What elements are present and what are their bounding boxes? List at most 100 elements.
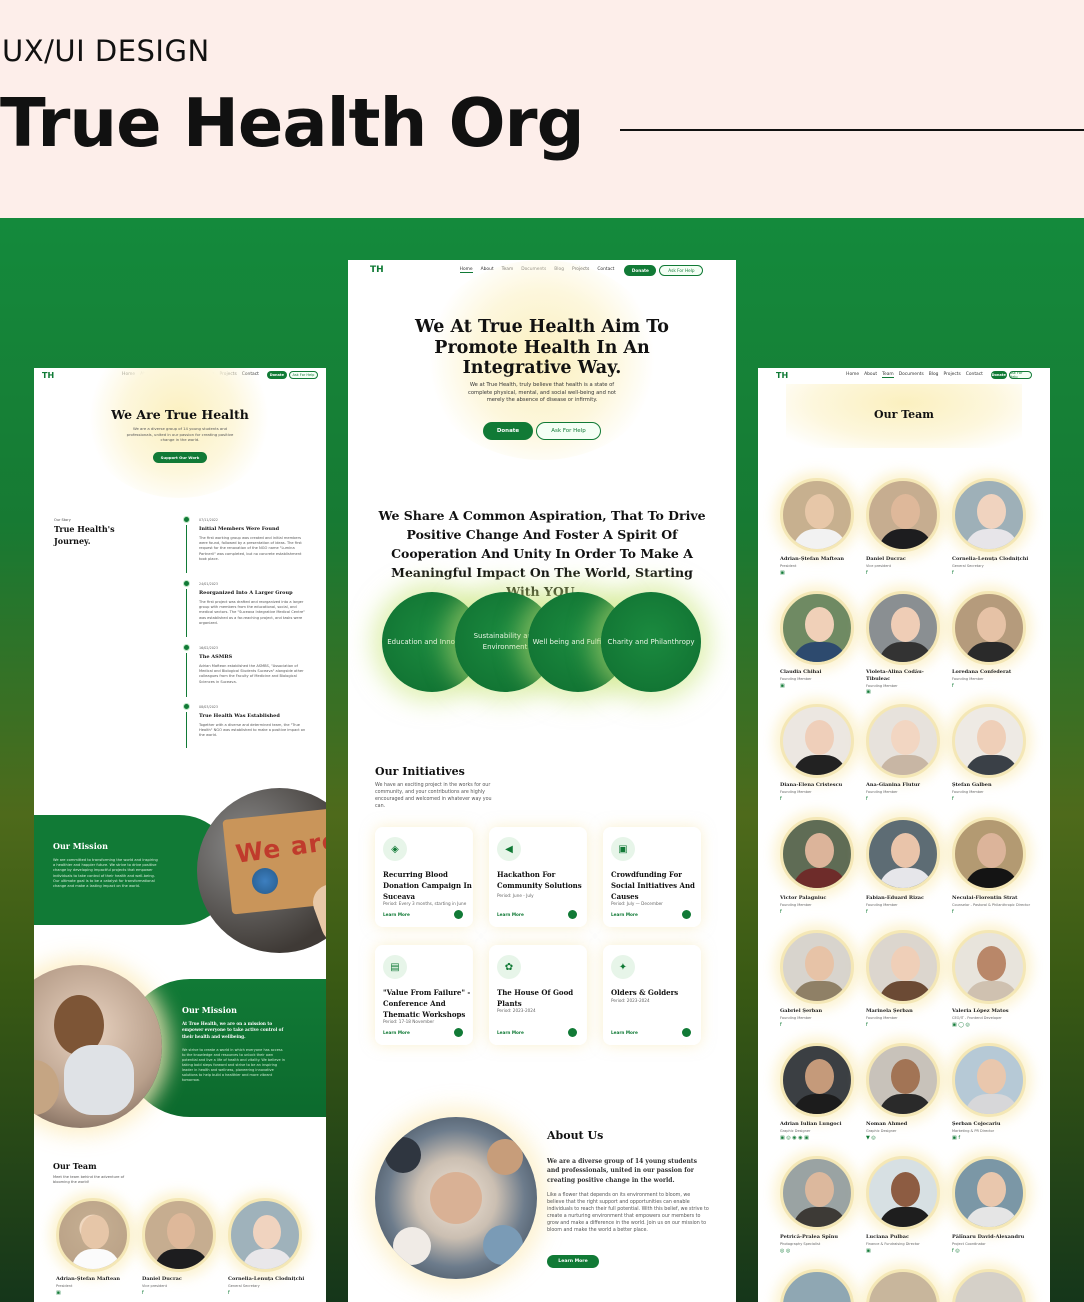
avatar-body — [965, 755, 1019, 775]
nav-link-home[interactable]: Home — [459, 267, 473, 273]
member-role: President — [56, 1284, 73, 1288]
initiative-card[interactable]: ✦ Olders & Golders Period: 2023-2024 Lea… — [603, 945, 701, 1045]
logo[interactable]: TH — [370, 265, 384, 275]
initiative-card[interactable]: ▣ Crowdfunding For Social Initiatives An… — [603, 827, 701, 927]
social-icons[interactable]: f — [866, 796, 868, 802]
avatar — [952, 930, 1026, 1004]
timeline-title: Initial Members Were Found — [199, 526, 280, 532]
learn-more-link[interactable]: Learn More — [497, 1030, 524, 1035]
timeline-dot — [183, 580, 190, 587]
support-our-work-button[interactable]: Support Our Work — [153, 452, 207, 463]
avatar-face — [805, 1172, 834, 1207]
social-icons[interactable]: f — [952, 570, 954, 576]
member-name: Cornelia-Lenuța Clodnițchi — [228, 1276, 305, 1282]
avatar-face — [805, 607, 834, 642]
learn-more-button[interactable]: Learn More — [547, 1255, 599, 1268]
donate-button[interactable]: Donate — [990, 371, 1007, 379]
social-icons[interactable]: ▣ — [866, 689, 871, 695]
timeline-text: Together with a diverse and determined t… — [199, 723, 306, 738]
initiative-card[interactable]: ✿ The House Of Good Plants Period: 2023-… — [489, 945, 587, 1045]
avatar-face — [891, 607, 920, 642]
donate-button[interactable]: Donate — [624, 264, 657, 276]
timeline-dot — [183, 644, 190, 651]
nav-link-about[interactable]: About — [864, 372, 877, 378]
ask-for-help-button[interactable]: Ask For Help — [288, 371, 318, 379]
social-icons[interactable]: ▣ f — [952, 1135, 960, 1141]
social-icons[interactable]: f — [780, 909, 782, 915]
ask-for-help-hero-button[interactable]: Ask For Help — [536, 422, 601, 440]
initiative-card[interactable]: ▤ "Value From Failure" - Conference And … — [375, 945, 473, 1045]
social-icons[interactable]: ▣ ◯ ◎ — [952, 1022, 970, 1028]
avatar — [780, 591, 854, 665]
social-icons[interactable]: f — [142, 1290, 144, 1296]
mission-text: We are committed to transforming the wor… — [53, 858, 158, 889]
donate-button[interactable]: Donate — [266, 371, 287, 379]
social-icons[interactable]: f — [952, 796, 954, 802]
social-icons[interactable]: f — [952, 909, 954, 915]
aspiration-text: We Share A Common Aspiration, That To Dr… — [378, 508, 706, 599]
learn-more-link[interactable]: Learn More — [611, 1030, 638, 1035]
member-role: Founding Member — [866, 903, 898, 907]
social-icons[interactable]: ▣ ◎ ◉ ◉ ▣ — [780, 1135, 809, 1141]
social-icons[interactable]: f — [952, 683, 954, 689]
logo[interactable]: TH — [42, 371, 54, 380]
nav-link-contact[interactable]: Contact — [966, 372, 983, 378]
avatar — [56, 1198, 130, 1272]
social-icons[interactable]: ▼ ◎ — [866, 1135, 876, 1141]
arrow-button[interactable] — [568, 910, 577, 919]
member-name: Marinela Șerban — [866, 1008, 913, 1014]
nav-link-blog[interactable]: Blog — [929, 372, 939, 378]
nav-link-documents[interactable]: Documents — [899, 372, 924, 378]
arrow-button[interactable] — [454, 1028, 463, 1037]
member-role: Vice president — [866, 564, 891, 568]
social-icons[interactable]: ▣ — [780, 570, 785, 576]
arrow-button[interactable] — [454, 910, 463, 919]
social-icons[interactable]: ▣ — [780, 683, 785, 689]
initiative-card[interactable]: ◈ Recurring Blood Donation Campaign In S… — [375, 827, 473, 927]
avatar — [780, 1043, 854, 1117]
member-role: Photography Specialist — [780, 1242, 821, 1246]
nav-link-team[interactable]: Team — [882, 372, 894, 378]
arrow-button[interactable] — [568, 1028, 577, 1037]
logo[interactable]: TH — [776, 371, 788, 380]
avatar — [866, 930, 940, 1004]
social-icons[interactable]: ▣ — [56, 1290, 61, 1296]
member-role: Project Coordinator — [952, 1242, 986, 1246]
social-icons[interactable]: f — [866, 570, 868, 576]
nav-link-home[interactable]: Home — [846, 372, 859, 378]
member-name: Gabriel Șerban — [780, 1008, 823, 1014]
donate-hero-button[interactable]: Donate — [483, 422, 533, 440]
arrow-button[interactable] — [682, 1028, 691, 1037]
ask-for-help-button[interactable]: Ask For Help — [1008, 371, 1032, 379]
member-role: Founding Member — [866, 1016, 898, 1020]
ask-for-help-button[interactable]: Ask For Help — [659, 264, 704, 276]
learn-more-link[interactable]: Learn More — [497, 912, 524, 917]
nav-link-projects[interactable]: Projects — [943, 372, 960, 378]
team-page-title: Our Team — [874, 408, 934, 421]
presentation-icon: ▤ — [383, 955, 407, 979]
social-icons[interactable]: f — [866, 1022, 868, 1028]
learn-more-link[interactable]: Learn More — [383, 1030, 410, 1035]
member-name: Loredana Confederat — [952, 669, 1012, 675]
learn-more-link[interactable]: Learn More — [383, 912, 410, 917]
initiatives-title: Our Initiatives — [375, 765, 465, 778]
social-icons[interactable]: f — [780, 1022, 782, 1028]
avatar-body — [879, 1207, 933, 1227]
social-icons[interactable]: f — [780, 796, 782, 802]
avatar-body — [965, 868, 1019, 888]
avatar-face — [977, 607, 1006, 642]
member-name: Diana-Elena Cristescu — [780, 782, 843, 788]
social-icons[interactable]: ▣ — [866, 1248, 871, 1254]
social-icons[interactable]: f — [866, 909, 868, 915]
member-role: Founding Member — [866, 790, 898, 794]
social-icons[interactable]: f ◎ — [952, 1248, 960, 1254]
timeline-line — [186, 653, 187, 697]
social-icons[interactable]: ◎ ◎ — [780, 1248, 790, 1254]
team-title: Our Team — [53, 1161, 97, 1171]
initiative-card[interactable]: ◀ Hackathon For Community Solutions Peri… — [489, 827, 587, 927]
member-name: Adrian Iulian Lungoci — [780, 1121, 842, 1127]
learn-more-link[interactable]: Learn More — [611, 912, 638, 917]
social-icons[interactable]: f — [228, 1290, 230, 1296]
arrow-button[interactable] — [682, 910, 691, 919]
avatar — [780, 1156, 854, 1230]
